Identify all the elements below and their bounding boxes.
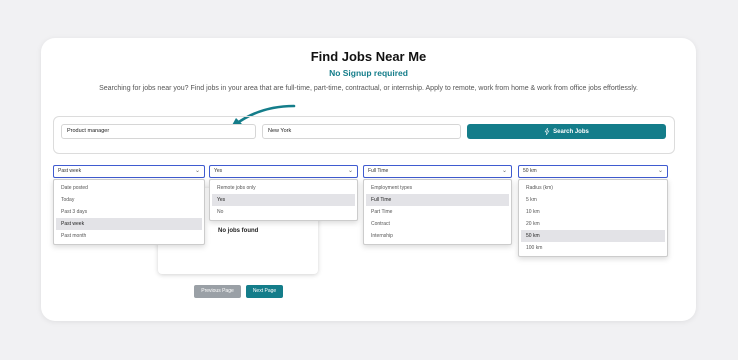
employment-type-dropdown: Employment types Full Time Part Time Con…	[363, 179, 512, 245]
chevron-down-icon: ⌄	[194, 168, 200, 174]
location-input[interactable]: New York	[262, 124, 461, 139]
remote-select[interactable]: Yes ⌄	[209, 165, 358, 178]
page-description: Searching for jobs near you? Find jobs i…	[99, 85, 638, 92]
dropdown-option[interactable]: Contract	[366, 218, 509, 230]
radius-select[interactable]: 50 km ⌄	[518, 165, 668, 178]
date-posted-select[interactable]: Past week ⌄	[53, 165, 205, 178]
dropdown-option[interactable]: Part Time	[366, 206, 509, 218]
lightning-icon	[544, 128, 550, 135]
job-search-card: Find Jobs Near Me No Signup required Sea…	[41, 38, 696, 321]
chevron-down-icon: ⌄	[347, 168, 353, 174]
dropdown-option[interactable]: Past month	[56, 230, 202, 242]
page-subtitle: No Signup required	[329, 68, 408, 78]
dropdown-option-selected[interactable]: 50 km	[521, 230, 665, 242]
search-jobs-label: Search Jobs	[553, 128, 589, 135]
dropdown-option[interactable]: 100 km	[521, 242, 665, 254]
dropdown-option[interactable]: Remote jobs only	[212, 182, 355, 194]
dropdown-option[interactable]: No	[212, 206, 355, 218]
dropdown-option[interactable]: 20 km	[521, 218, 665, 230]
next-page-button[interactable]: Next Page	[246, 285, 283, 298]
dropdown-option-selected[interactable]: Yes	[212, 194, 355, 206]
chevron-down-icon: ⌄	[501, 168, 507, 174]
dropdown-option[interactable]: Radius (km)	[521, 182, 665, 194]
previous-page-button[interactable]: Previous Page	[194, 285, 241, 298]
remote-value: Yes	[214, 168, 223, 174]
date-posted-value: Past week	[58, 168, 82, 174]
remote-dropdown: Remote jobs only Yes No	[209, 179, 358, 221]
dropdown-option[interactable]: Past 3 days	[56, 206, 202, 218]
chevron-down-icon: ⌄	[657, 168, 663, 174]
employment-type-value: Full Time	[368, 168, 389, 174]
search-panel: Product manager New York Search Jobs	[53, 116, 675, 154]
dropdown-option[interactable]: Employment types	[366, 182, 509, 194]
dropdown-option[interactable]: 10 km	[521, 206, 665, 218]
dropdown-option[interactable]: Internship	[366, 230, 509, 242]
dropdown-option[interactable]: Today	[56, 194, 202, 206]
dropdown-option[interactable]: 5 km	[521, 194, 665, 206]
date-posted-dropdown: Date posted Today Past 3 days Past week …	[53, 179, 205, 245]
search-jobs-button[interactable]: Search Jobs	[467, 124, 666, 139]
job-title-input[interactable]: Product manager	[61, 124, 256, 139]
dropdown-option-selected[interactable]: Full Time	[366, 194, 509, 206]
page-title: Find Jobs Near Me	[310, 49, 427, 64]
radius-value: 50 km	[523, 168, 537, 174]
employment-type-select[interactable]: Full Time ⌄	[363, 165, 512, 178]
no-jobs-message: No jobs found	[218, 228, 259, 234]
dropdown-option[interactable]: Date posted	[56, 182, 202, 194]
radius-dropdown: Radius (km) 5 km 10 km 20 km 50 km 100 k…	[518, 179, 668, 257]
dropdown-option-selected[interactable]: Past week	[56, 218, 202, 230]
